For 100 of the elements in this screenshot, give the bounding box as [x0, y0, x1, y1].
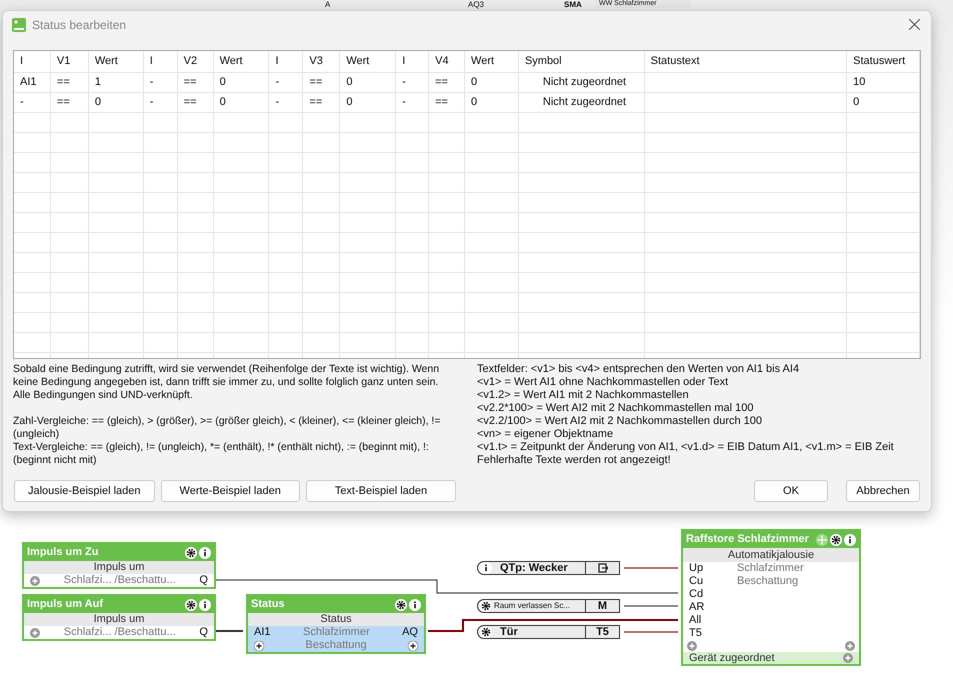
column-header: V4	[429, 51, 466, 72]
table-cell: -	[144, 73, 178, 92]
gear-icon[interactable]	[480, 600, 492, 612]
close-icon[interactable]	[909, 19, 920, 30]
column-header: I	[14, 51, 51, 72]
table-cell: -	[396, 93, 430, 112]
plus-icon[interactable]	[254, 640, 264, 650]
table-cell: 1	[88, 73, 144, 92]
window-title: Status bearbeiten	[32, 16, 126, 34]
column-header: V2	[178, 51, 214, 72]
plus-icon[interactable]	[408, 640, 418, 650]
info-icon[interactable]	[844, 534, 856, 546]
block-title: SMA	[564, 0, 582, 9]
help-text: <v1> = Wert AI1 ohne Nachkommastellen oder Text	[477, 376, 730, 389]
reference-node[interactable]: Tür T5	[477, 625, 620, 639]
help-text: Textfelder: <v1> bis <v4> entsprechen den Werten von AI1 bis AI4	[477, 363, 800, 376]
help-text: Fehlerhafte Texte werden rot angezeigt!	[477, 454, 672, 467]
function-block[interactable]: Impuls um Auf Impuls um Schlafzi... /Beschattu... Q	[22, 594, 216, 641]
gear-icon[interactable]	[830, 534, 842, 546]
column-header: Wert	[340, 51, 396, 72]
reference-label: Raum verlassen Sc...	[494, 600, 572, 612]
table-cell: ==	[178, 93, 214, 112]
exit-icon	[598, 563, 608, 573]
reference-label: QTp: Wecker	[499, 562, 569, 574]
table-cell: 0	[847, 93, 920, 112]
table-cell: -	[144, 93, 178, 112]
block-title: Impuls um Zu	[27, 545, 98, 560]
table-cell: -	[14, 93, 51, 112]
column-header: I	[396, 51, 430, 72]
port-label: Q	[199, 625, 208, 640]
port-label: Cu	[689, 575, 704, 588]
info-icon[interactable]	[409, 598, 421, 610]
column-header: V1	[50, 51, 89, 72]
table-cell: 0	[340, 73, 396, 92]
block-description: Schlafzi... /Beschattu...	[64, 625, 176, 640]
table-cell: ==	[50, 93, 89, 112]
port-label: AQ3	[468, 0, 484, 9]
help-text: <v1.2> = Wert AI1 mit 2 Nachkommastellen	[477, 389, 690, 402]
block-type: Automatikjalousie	[683, 548, 859, 562]
load-example-button[interactable]: Werte-Beispiel laden	[160, 480, 300, 502]
table-cell: -	[396, 73, 430, 92]
block-type: Impuls um	[24, 561, 214, 574]
block-type: Impuls um	[24, 613, 214, 626]
footer-label: Gerät zugeordnet	[689, 652, 775, 664]
table-cell: 0	[465, 73, 519, 92]
block-type: Status	[248, 613, 424, 626]
column-header: V3	[303, 51, 340, 72]
info-icon[interactable]	[199, 598, 211, 610]
load-example-button[interactable]: Jalousie-Beispiel laden	[14, 480, 155, 502]
ok-button[interactable]: OK	[754, 480, 828, 502]
help-text: Text-Vergleiche: == (gleich), != (ungleich), *= (enthält), !* (enthält nicht), := (beginnt mit), !: (beginnt nicht mit)	[13, 441, 430, 467]
cancel-button[interactable]: Abbrechen	[846, 480, 920, 502]
block-title: Impuls um Auf	[27, 597, 103, 612]
port-label: Cd	[689, 588, 704, 601]
info-icon[interactable]	[199, 546, 211, 558]
port-label: T5	[689, 627, 703, 640]
port-label: AR	[689, 601, 706, 614]
table-cell: 0	[214, 73, 270, 92]
help-text: <v2.2/100> = Wert AI2 mit 2 Nachkommastellen durch 100	[477, 415, 764, 428]
port-label: A	[325, 0, 330, 9]
reference-node[interactable]: QTp: Wecker	[477, 561, 620, 575]
table-cell: Nicht zugeordnet	[518, 73, 645, 92]
table-cell: ==	[178, 73, 214, 92]
gear-icon[interactable]	[480, 626, 492, 638]
info-icon[interactable]	[480, 562, 492, 574]
column-header: I	[269, 51, 304, 72]
block-description: Schlafzimmer	[302, 625, 370, 640]
table-cell: Nicht zugeordnet	[518, 93, 645, 112]
column-header: Wert	[465, 51, 519, 72]
function-block[interactable]: Raffstore Schlafzimmer Automatikjalousie Up Cu Cd AR All T5 Schlafzimmer Beschattung Gerät zugeordnet	[681, 529, 861, 666]
table-cell: ==	[303, 73, 340, 92]
table-cell: 0	[214, 93, 270, 112]
table-cell: 10	[847, 73, 920, 92]
table-cell: -	[269, 73, 304, 92]
table-cell: ==	[429, 93, 466, 112]
gear-icon[interactable]	[185, 546, 197, 558]
table-cell: ==	[429, 73, 466, 92]
port-label: All	[689, 614, 702, 627]
help-text: Zahl-Vergleiche: == (gleich), > (größer), >= (größer gleich), < (kleiner), <= (kleiner gleich), != (ungleich)	[13, 415, 442, 441]
table-cell: 0	[465, 93, 519, 112]
port-label: AI1	[254, 625, 271, 640]
port-label: Q	[199, 573, 208, 588]
table-cell: 0	[88, 93, 144, 112]
block-description: Schlafzi... /Beschattu...	[64, 573, 176, 588]
block-title: Raffstore Schlafzimmer	[686, 532, 809, 548]
load-example-button[interactable]: Text-Beispiel laden	[306, 480, 456, 502]
column-header: I	[144, 51, 178, 72]
block-description: Schlafzimmer	[736, 562, 804, 575]
help-text: Alle Bedingungen sind UND-verknüpft.	[13, 389, 194, 402]
reference-node[interactable]: Raum verlassen Sc... M	[477, 599, 620, 613]
function-block[interactable]: Status Status AI1 Schlafzimmer AQ Beschattung	[246, 594, 426, 654]
gear-icon[interactable]	[395, 598, 407, 610]
table-cell: ==	[303, 93, 340, 112]
help-text: <vn> = eigener Objektname	[477, 428, 614, 440]
block-description: Beschattung	[736, 575, 800, 588]
table-cell: -	[269, 93, 304, 112]
function-block[interactable]: Impuls um Zu Impuls um Schlafzi... /Beschattu... Q	[22, 542, 216, 589]
table-cell: ==	[50, 73, 89, 92]
column-header: Wert	[214, 51, 270, 72]
gear-icon[interactable]	[185, 598, 197, 610]
